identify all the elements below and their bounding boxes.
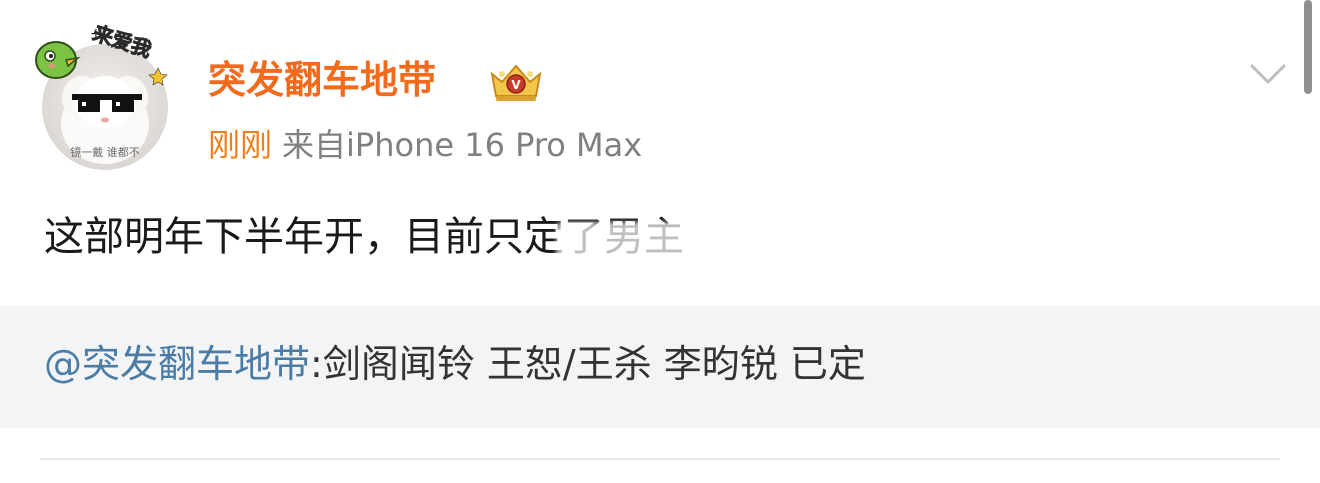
- weibo-post: 镜一戴 谁都不 来爱我 + 突发翻车地带 V 刚刚 来自iPhone 16 Pro…: [0, 0, 1320, 483]
- author-name[interactable]: 突发翻车地带: [208, 56, 436, 104]
- quoted-post-text: @突发翻车地带:剑阁闻铃 王恕/王杀 李昀锐 已定: [44, 338, 866, 390]
- post-time: 刚刚: [208, 126, 273, 164]
- quoted-post[interactable]: @突发翻车地带:剑阁闻铃 王恕/王杀 李昀锐 已定: [0, 306, 1320, 428]
- divider: [40, 458, 1280, 460]
- quoted-author-mention[interactable]: @突发翻车地带: [44, 342, 310, 386]
- svg-text:+: +: [90, 26, 102, 42]
- content-blur-mask: [556, 222, 766, 262]
- scrollbar[interactable]: [1304, 0, 1312, 94]
- avatar-caption: 镜一戴 谁都不: [70, 145, 140, 159]
- avatar-sticker: 来爱我 +: [35, 20, 168, 86]
- post-source: 来自iPhone 16 Pro Max: [282, 126, 643, 164]
- svg-text:V: V: [511, 78, 521, 92]
- post-meta: 刚刚 来自iPhone 16 Pro Max: [208, 124, 642, 166]
- quoted-post-body: :剑阁闻铃 王恕/王杀 李昀锐 已定: [310, 342, 866, 386]
- chevron-down-icon[interactable]: [1248, 60, 1288, 90]
- vip-crown-icon: V: [490, 64, 542, 101]
